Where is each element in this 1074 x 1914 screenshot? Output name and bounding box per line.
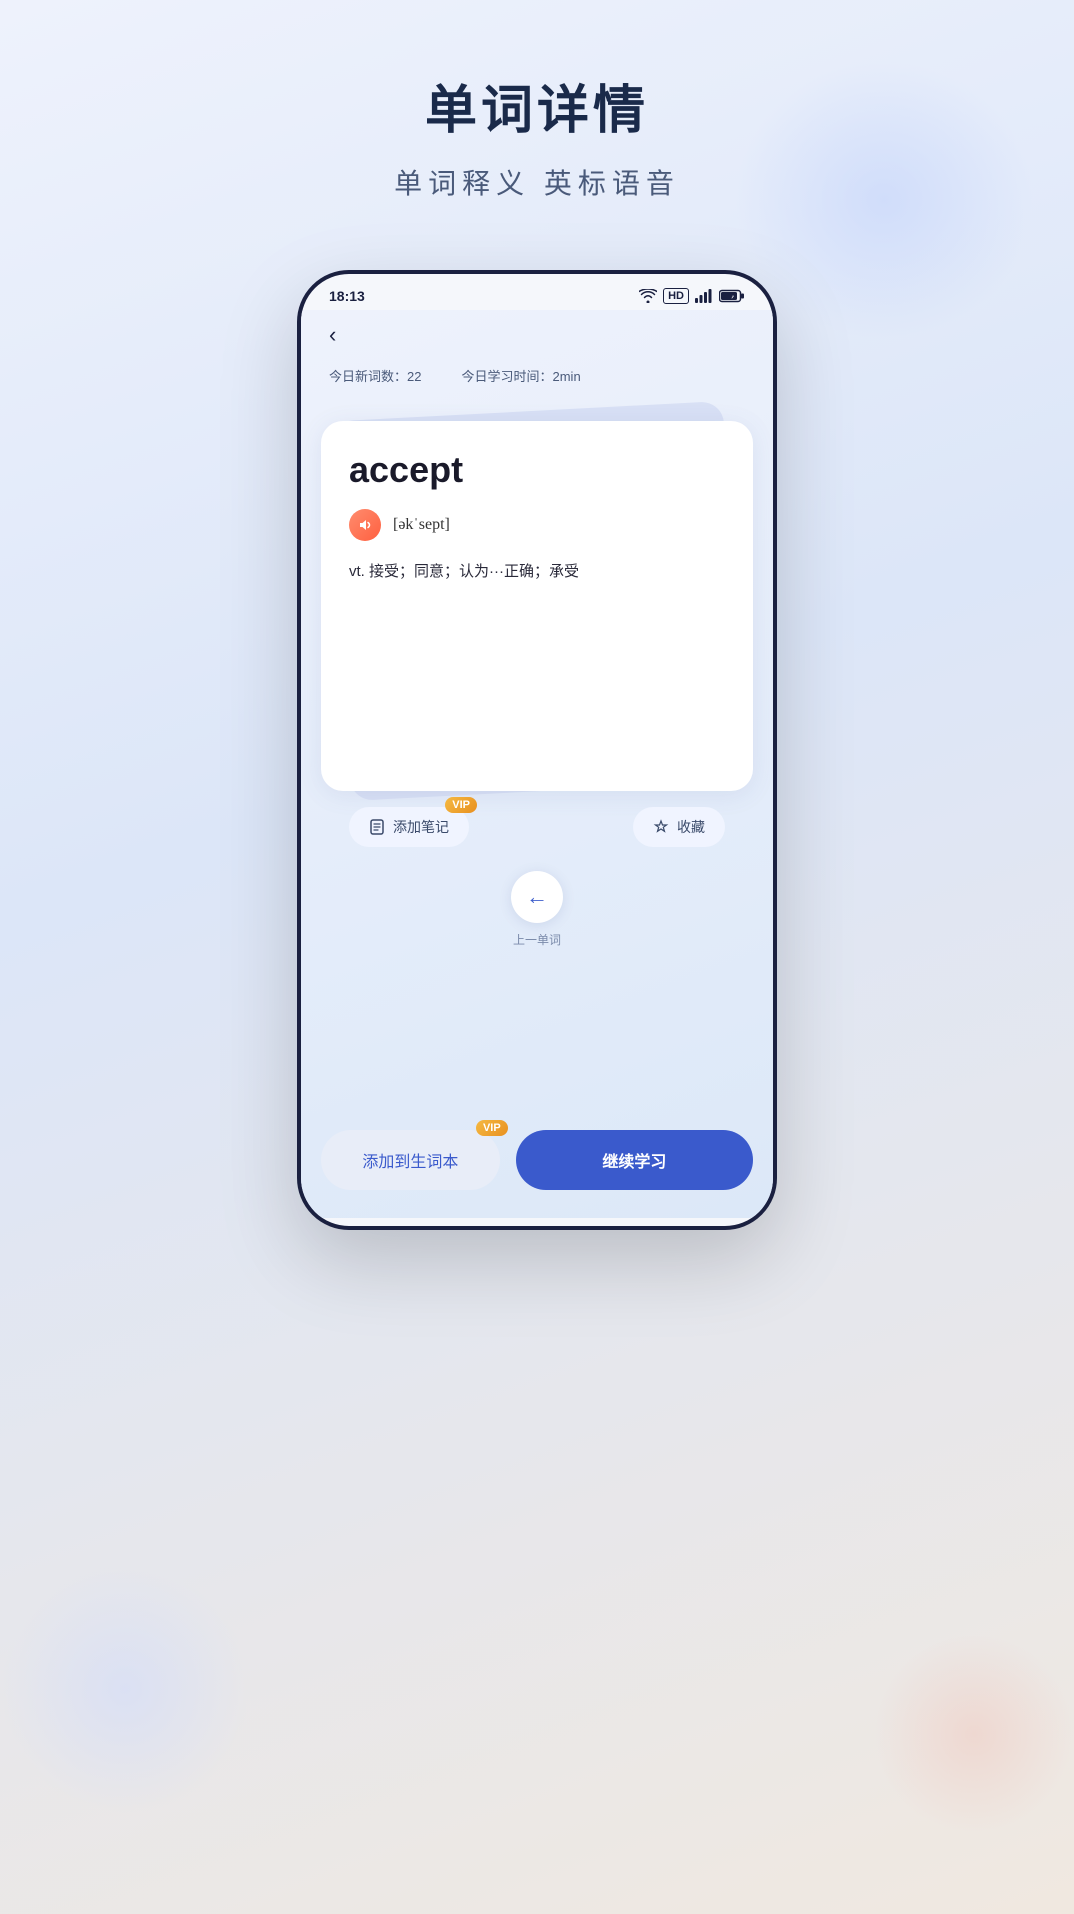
- phone-content: ‹ 今日新词数：22 今日学习时间：2min accept: [301, 310, 773, 1218]
- back-button[interactable]: ‹: [321, 310, 753, 356]
- stats-row: 今日新词数：22 今日学习时间：2min: [321, 356, 753, 395]
- star-icon: [653, 819, 669, 835]
- signal-icon: [695, 289, 713, 303]
- bg-blob-bottom-left: [0, 1564, 250, 1814]
- prev-word-button[interactable]: ←: [511, 871, 563, 923]
- status-time: 18:13: [329, 288, 365, 304]
- add-vocab-button[interactable]: 添加到生词本 VIP: [321, 1130, 500, 1190]
- word-text: accept: [349, 449, 725, 491]
- add-note-button[interactable]: 添加笔记 VIP: [349, 807, 469, 847]
- status-bar: 18:13 HD: [301, 274, 773, 310]
- battery-icon: [719, 289, 745, 303]
- card-stack: accept [əkˈsept] vt. 接受；同意；认为···正确；承受: [321, 411, 753, 791]
- note-icon: [369, 819, 385, 835]
- pronunciation-row: [əkˈsept]: [349, 509, 725, 541]
- new-words-stat: 今日新词数：22: [329, 366, 421, 385]
- prev-word-label: 上一单词: [513, 931, 561, 948]
- page-subtitle: 单词释义 英标语音: [0, 162, 1074, 202]
- phonetic-text: [əkˈsept]: [393, 516, 450, 534]
- definition-text: vt. 接受；同意；认为···正确；承受: [349, 559, 725, 585]
- study-time-stat: 今日学习时间：2min: [461, 366, 580, 385]
- collect-button[interactable]: 收藏: [633, 807, 725, 847]
- prev-arrow-icon: ←: [526, 884, 548, 910]
- wifi-icon: [639, 289, 657, 303]
- hd-badge: HD: [663, 288, 689, 304]
- navigation-section: ← 上一单词: [321, 871, 753, 948]
- page-header: 单词详情 单词释义 英标语音: [0, 80, 1074, 202]
- vip-badge-note: VIP: [445, 797, 477, 813]
- phone-frame: 18:13 HD: [297, 270, 777, 1230]
- vip-badge-vocab: VIP: [476, 1120, 508, 1136]
- bottom-buttons: 添加到生词本 VIP 继续学习: [321, 1130, 753, 1190]
- status-icons: HD: [639, 288, 745, 304]
- page-title: 单词详情: [0, 80, 1074, 142]
- continue-study-button[interactable]: 继续学习: [516, 1130, 753, 1190]
- sound-button[interactable]: [349, 509, 381, 541]
- word-card: accept [əkˈsept] vt. 接受；同意；认为···正确；承受: [321, 421, 753, 791]
- card-actions: 添加笔记 VIP 收藏: [321, 791, 753, 847]
- bg-blob-bottom-right: [874, 1634, 1074, 1834]
